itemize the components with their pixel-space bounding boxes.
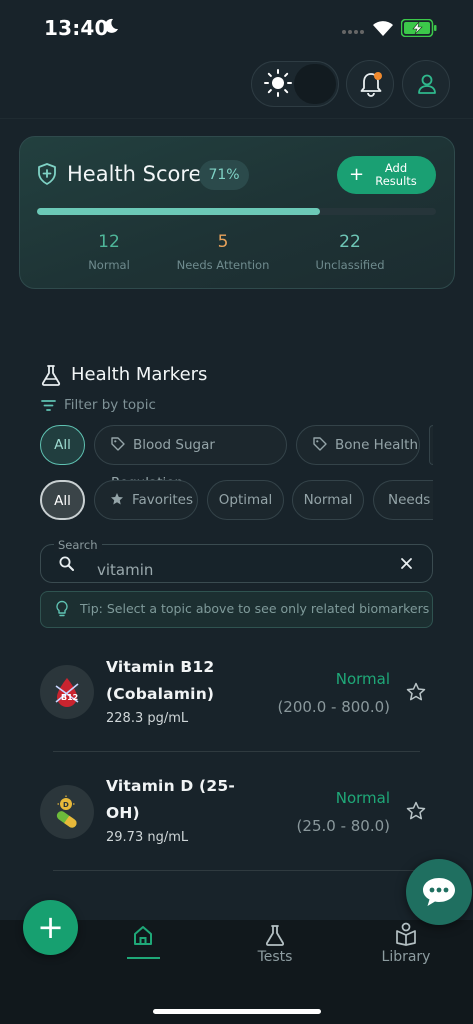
- stat-unclassified-value: 22: [339, 232, 361, 252]
- chat-bubble-icon: [423, 878, 455, 906]
- nav-tests[interactable]: Tests: [230, 922, 320, 968]
- sun-icon: [264, 69, 292, 97]
- health-markers-title: Health Markers: [71, 364, 208, 385]
- moon-icon: [104, 18, 118, 33]
- row-divider: [53, 751, 420, 752]
- health-score-progress-fill: [37, 208, 321, 215]
- wifi-icon: [373, 21, 393, 36]
- status-chip-favorites[interactable]: Favorites: [94, 480, 198, 520]
- tip-text: Tip: Select a topic above to see only re…: [80, 601, 430, 616]
- header-divider: [0, 118, 473, 119]
- theme-toggle-knob[interactable]: [294, 64, 336, 104]
- filter-icon: [41, 400, 56, 411]
- profile-button[interactable]: [402, 60, 450, 108]
- nav-library[interactable]: Library: [361, 922, 451, 968]
- star-outline-icon[interactable]: [406, 682, 426, 702]
- vitamin-b12-avatar: B12: [40, 665, 94, 719]
- bell-icon: [360, 72, 382, 97]
- star-filled-icon: [111, 492, 123, 504]
- marker-range: (25.0 - 80.0): [296, 817, 390, 835]
- user-icon: [418, 74, 436, 94]
- stat-normal-label: Normal: [88, 258, 130, 272]
- flask-icon: [41, 365, 61, 386]
- tag-icon: [111, 436, 125, 451]
- marker-status: Normal: [335, 789, 390, 807]
- marker-status: Normal: [335, 670, 390, 688]
- status-time: 13:40: [44, 16, 109, 40]
- search-caption: Search: [54, 538, 102, 552]
- status-chip-all[interactable]: All: [40, 480, 85, 520]
- add-results-label: Add Results: [375, 161, 417, 188]
- marker-value: 228.3 pg/mL: [106, 711, 189, 726]
- topic-chip-all[interactable]: All: [40, 425, 85, 465]
- svg-text:D: D: [63, 801, 69, 809]
- status-chip-label: Favorites: [132, 492, 193, 508]
- marker-name: Vitamin D (25-: [106, 777, 235, 795]
- cellular-signal-icon: [342, 30, 364, 34]
- lightbulb-icon: [56, 600, 68, 617]
- clear-search-icon[interactable]: [400, 557, 413, 570]
- tag-icon: [313, 436, 327, 451]
- status-chip-optimal[interactable]: Optimal: [207, 480, 284, 520]
- vitamin-d-capsule-icon: D: [56, 795, 77, 828]
- home-indicator-bar: [153, 1009, 321, 1014]
- flask-icon: [265, 925, 285, 946]
- marker-name: Vitamin B12: [106, 658, 215, 676]
- nav-tests-label: Tests: [257, 949, 293, 965]
- home-icon: [134, 926, 152, 945]
- topic-chip-label: Bone Health: [335, 437, 419, 453]
- nav-library-label: Library: [381, 949, 431, 965]
- stat-needs-attention-label: Needs Attention: [176, 258, 270, 272]
- topic-chip-blood-sugar[interactable]: Blood Sugar Regulation: [94, 425, 287, 491]
- marker-value: 29.73 ng/mL: [106, 830, 189, 845]
- row-divider: [53, 870, 420, 871]
- nav-home[interactable]: [113, 922, 173, 962]
- notifications-button[interactable]: [346, 60, 394, 108]
- chat-button[interactable]: [406, 859, 472, 925]
- marker-range: (200.0 - 800.0): [277, 698, 390, 716]
- topic-chip-overflow[interactable]: [429, 425, 433, 465]
- stat-needs-attention-value: 5: [217, 232, 229, 252]
- library-icon: [396, 922, 416, 946]
- search-value: vitamin: [97, 561, 154, 579]
- stat-normal-value: 12: [98, 232, 120, 252]
- search-icon: [59, 556, 74, 571]
- star-outline-icon[interactable]: [406, 801, 426, 821]
- svg-text:B12: B12: [61, 693, 78, 702]
- vitamin-d-avatar: D: [40, 785, 94, 839]
- shield-plus-icon: [38, 163, 56, 185]
- marker-name-cont: (Cobalamin): [106, 685, 215, 703]
- status-chip-normal[interactable]: Normal: [292, 480, 364, 520]
- marker-name-cont: OH): [106, 804, 140, 822]
- status-chip-needs-attention[interactable]: Needs A: [373, 480, 433, 520]
- b12-drop-icon: B12: [55, 678, 79, 707]
- battery-icon: [401, 19, 437, 37]
- plus-icon: +: [37, 908, 64, 946]
- filter-by-topic-label: Filter by topic: [64, 397, 156, 413]
- nav-home-indicator: [127, 957, 160, 959]
- stat-unclassified-label: Unclassified: [315, 258, 385, 272]
- health-score-percent: 71%: [199, 160, 249, 190]
- health-score-title: Health Score: [67, 162, 202, 186]
- topic-chip-bone-health[interactable]: Bone Health: [296, 425, 420, 465]
- add-results-plus-icon: +: [349, 164, 365, 185]
